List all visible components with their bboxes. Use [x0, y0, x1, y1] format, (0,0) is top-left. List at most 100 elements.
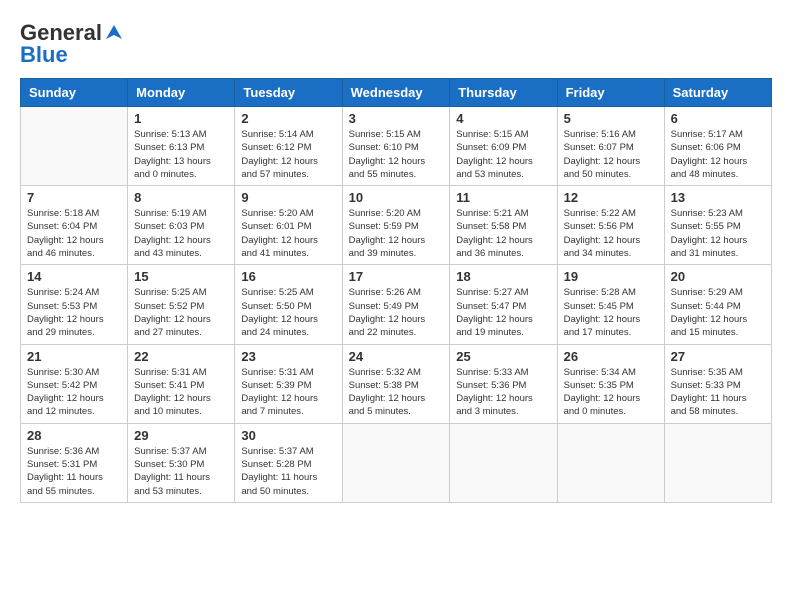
day-info: Sunrise: 5:25 AM Sunset: 5:50 PM Dayligh…	[241, 286, 335, 339]
day-info: Sunrise: 5:23 AM Sunset: 5:55 PM Dayligh…	[671, 207, 765, 260]
calendar-cell: 9 Sunrise: 5:20 AM Sunset: 6:01 PM Daylig…	[235, 186, 342, 265]
column-header-wednesday: Wednesday	[342, 79, 450, 107]
day-number: 29	[134, 428, 228, 443]
column-header-sunday: Sunday	[21, 79, 128, 107]
day-info: Sunrise: 5:27 AM Sunset: 5:47 PM Dayligh…	[456, 286, 550, 339]
column-header-friday: Friday	[557, 79, 664, 107]
column-header-saturday: Saturday	[664, 79, 771, 107]
calendar-cell: 2 Sunrise: 5:14 AM Sunset: 6:12 PM Daylig…	[235, 107, 342, 186]
calendar-cell: 10 Sunrise: 5:20 AM Sunset: 5:59 PM Dayli…	[342, 186, 450, 265]
calendar-table: SundayMondayTuesdayWednesdayThursdayFrid…	[20, 78, 772, 503]
day-number: 11	[456, 190, 550, 205]
day-number: 17	[349, 269, 444, 284]
day-info: Sunrise: 5:21 AM Sunset: 5:58 PM Dayligh…	[456, 207, 550, 260]
day-number: 25	[456, 349, 550, 364]
day-info: Sunrise: 5:31 AM Sunset: 5:39 PM Dayligh…	[241, 366, 335, 419]
calendar-cell: 20 Sunrise: 5:29 AM Sunset: 5:44 PM Dayli…	[664, 265, 771, 344]
day-number: 14	[27, 269, 121, 284]
calendar-cell: 3 Sunrise: 5:15 AM Sunset: 6:10 PM Daylig…	[342, 107, 450, 186]
day-number: 23	[241, 349, 335, 364]
calendar-cell: 1 Sunrise: 5:13 AM Sunset: 6:13 PM Daylig…	[128, 107, 235, 186]
day-number: 10	[349, 190, 444, 205]
calendar-cell: 23 Sunrise: 5:31 AM Sunset: 5:39 PM Dayli…	[235, 344, 342, 423]
calendar-cell: 8Sunrise: 5:19 AM Sunset: 6:03 PM Daylig…	[128, 186, 235, 265]
day-info: Sunrise: 5:25 AM Sunset: 5:52 PM Dayligh…	[134, 286, 228, 339]
day-number: 28	[27, 428, 121, 443]
day-info: Sunrise: 5:30 AM Sunset: 5:42 PM Dayligh…	[27, 366, 121, 419]
day-number: 30	[241, 428, 335, 443]
calendar-cell: 25 Sunrise: 5:33 AM Sunset: 5:36 PM Dayli…	[450, 344, 557, 423]
calendar-cell: 5Sunrise: 5:16 AM Sunset: 6:07 PM Daylig…	[557, 107, 664, 186]
day-info: Sunrise: 5:14 AM Sunset: 6:12 PM Dayligh…	[241, 128, 335, 181]
day-info: Sunrise: 5:22 AM Sunset: 5:56 PM Dayligh…	[564, 207, 658, 260]
day-number: 21	[27, 349, 121, 364]
day-info: Sunrise: 5:16 AM Sunset: 6:07 PM Dayligh…	[564, 128, 658, 181]
day-number: 4	[456, 111, 550, 126]
column-header-monday: Monday	[128, 79, 235, 107]
calendar-cell: 15Sunrise: 5:25 AM Sunset: 5:52 PM Dayli…	[128, 265, 235, 344]
day-number: 13	[671, 190, 765, 205]
day-number: 20	[671, 269, 765, 284]
header: General Blue	[20, 20, 772, 68]
day-info: Sunrise: 5:31 AM Sunset: 5:41 PM Dayligh…	[134, 366, 228, 419]
column-header-tuesday: Tuesday	[235, 79, 342, 107]
day-info: Sunrise: 5:26 AM Sunset: 5:49 PM Dayligh…	[349, 286, 444, 339]
day-number: 1	[134, 111, 228, 126]
calendar-cell: 13 Sunrise: 5:23 AM Sunset: 5:55 PM Dayli…	[664, 186, 771, 265]
calendar-cell: 28 Sunrise: 5:36 AM Sunset: 5:31 PM Dayli…	[21, 423, 128, 502]
day-number: 7	[27, 190, 121, 205]
week-row-5: 28 Sunrise: 5:36 AM Sunset: 5:31 PM Dayli…	[21, 423, 772, 502]
day-number: 9	[241, 190, 335, 205]
calendar-cell: 4 Sunrise: 5:15 AM Sunset: 6:09 PM Daylig…	[450, 107, 557, 186]
calendar-cell: 18Sunrise: 5:27 AM Sunset: 5:47 PM Dayli…	[450, 265, 557, 344]
day-number: 3	[349, 111, 444, 126]
calendar-cell	[21, 107, 128, 186]
day-info: Sunrise: 5:17 AM Sunset: 6:06 PM Dayligh…	[671, 128, 765, 181]
day-info: Sunrise: 5:20 AM Sunset: 5:59 PM Dayligh…	[349, 207, 444, 260]
calendar-cell: 24 Sunrise: 5:32 AM Sunset: 5:38 PM Dayli…	[342, 344, 450, 423]
day-number: 2	[241, 111, 335, 126]
day-info: Sunrise: 5:18 AM Sunset: 6:04 PM Dayligh…	[27, 207, 121, 260]
day-number: 16	[241, 269, 335, 284]
calendar-cell: 17 Sunrise: 5:26 AM Sunset: 5:49 PM Dayli…	[342, 265, 450, 344]
day-info: Sunrise: 5:15 AM Sunset: 6:10 PM Dayligh…	[349, 128, 444, 181]
day-info: Sunrise: 5:29 AM Sunset: 5:44 PM Dayligh…	[671, 286, 765, 339]
calendar-cell: 14 Sunrise: 5:24 AM Sunset: 5:53 PM Dayli…	[21, 265, 128, 344]
logo-blue: Blue	[20, 42, 68, 68]
day-number: 12	[564, 190, 658, 205]
calendar-cell: 26 Sunrise: 5:34 AM Sunset: 5:35 PM Dayli…	[557, 344, 664, 423]
day-number: 26	[564, 349, 658, 364]
day-info: Sunrise: 5:34 AM Sunset: 5:35 PM Dayligh…	[564, 366, 658, 419]
day-info: Sunrise: 5:36 AM Sunset: 5:31 PM Dayligh…	[27, 445, 121, 498]
calendar-cell: 27 Sunrise: 5:35 AM Sunset: 5:33 PM Dayli…	[664, 344, 771, 423]
day-info: Sunrise: 5:15 AM Sunset: 6:09 PM Dayligh…	[456, 128, 550, 181]
week-row-3: 14 Sunrise: 5:24 AM Sunset: 5:53 PM Dayli…	[21, 265, 772, 344]
week-row-1: 1 Sunrise: 5:13 AM Sunset: 6:13 PM Daylig…	[21, 107, 772, 186]
calendar-cell	[342, 423, 450, 502]
day-info: Sunrise: 5:20 AM Sunset: 6:01 PM Dayligh…	[241, 207, 335, 260]
logo: General Blue	[20, 20, 124, 68]
calendar-cell: 12 Sunrise: 5:22 AM Sunset: 5:56 PM Dayli…	[557, 186, 664, 265]
day-info: Sunrise: 5:35 AM Sunset: 5:33 PM Dayligh…	[671, 366, 765, 419]
day-number: 6	[671, 111, 765, 126]
calendar-cell	[450, 423, 557, 502]
day-info: Sunrise: 5:13 AM Sunset: 6:13 PM Dayligh…	[134, 128, 228, 181]
calendar-cell: 7 Sunrise: 5:18 AM Sunset: 6:04 PM Daylig…	[21, 186, 128, 265]
calendar-cell: 21 Sunrise: 5:30 AM Sunset: 5:42 PM Dayli…	[21, 344, 128, 423]
logo-bird-icon	[104, 23, 124, 43]
day-number: 27	[671, 349, 765, 364]
calendar-cell	[557, 423, 664, 502]
day-info: Sunrise: 5:33 AM Sunset: 5:36 PM Dayligh…	[456, 366, 550, 419]
day-number: 24	[349, 349, 444, 364]
calendar-cell: 29Sunrise: 5:37 AM Sunset: 5:30 PM Dayli…	[128, 423, 235, 502]
column-header-thursday: Thursday	[450, 79, 557, 107]
day-info: Sunrise: 5:32 AM Sunset: 5:38 PM Dayligh…	[349, 366, 444, 419]
calendar-cell: 22 Sunrise: 5:31 AM Sunset: 5:41 PM Dayli…	[128, 344, 235, 423]
day-number: 22	[134, 349, 228, 364]
week-row-4: 21 Sunrise: 5:30 AM Sunset: 5:42 PM Dayli…	[21, 344, 772, 423]
day-number: 8	[134, 190, 228, 205]
week-row-2: 7 Sunrise: 5:18 AM Sunset: 6:04 PM Daylig…	[21, 186, 772, 265]
calendar-cell: 16 Sunrise: 5:25 AM Sunset: 5:50 PM Dayli…	[235, 265, 342, 344]
day-info: Sunrise: 5:24 AM Sunset: 5:53 PM Dayligh…	[27, 286, 121, 339]
day-info: Sunrise: 5:28 AM Sunset: 5:45 PM Dayligh…	[564, 286, 658, 339]
